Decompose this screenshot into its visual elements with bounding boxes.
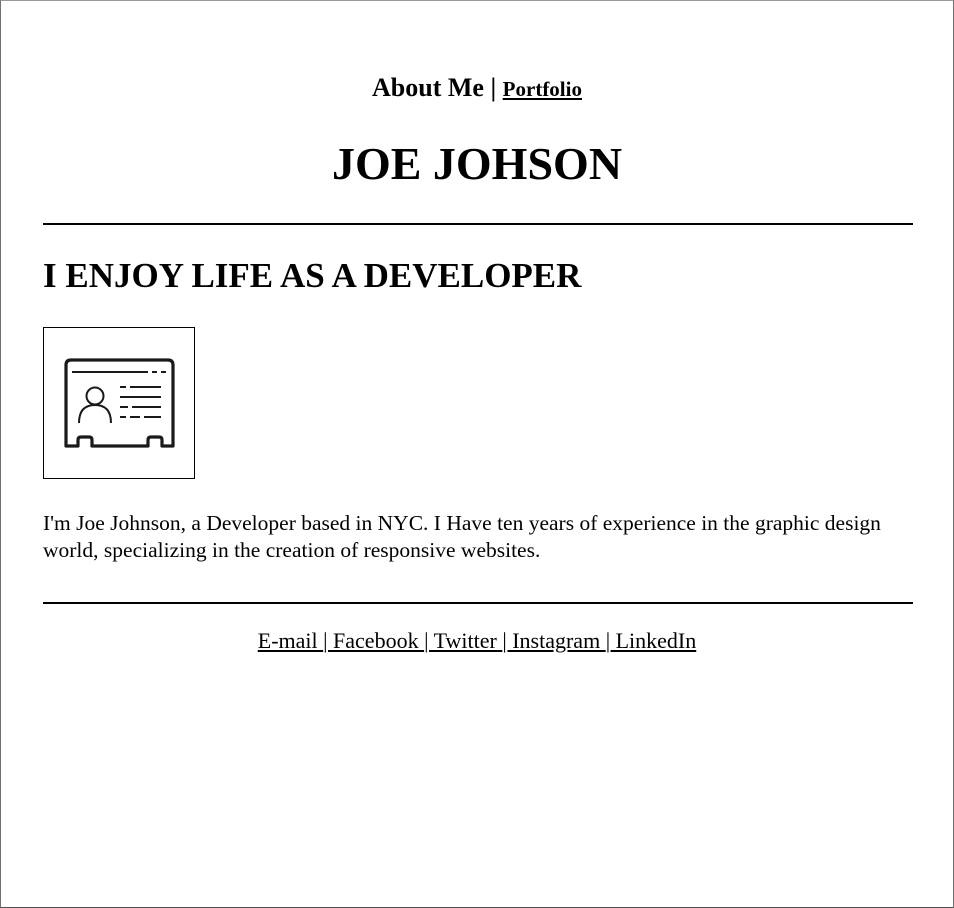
footer-link-facebook[interactable]: | Facebook bbox=[323, 628, 424, 653]
footer-links: E-mail | Facebook | Twitter | Instagram … bbox=[0, 627, 954, 655]
bio-paragraph: I'm Joe Johnson, a Developer based in NY… bbox=[43, 511, 881, 562]
nav-separator: | bbox=[490, 73, 497, 102]
footer-link-instagram[interactable]: | Instagram bbox=[502, 628, 605, 653]
page-title: JOE JOHSON bbox=[331, 138, 623, 189]
top-divider bbox=[43, 223, 913, 225]
id-card-icon bbox=[64, 358, 175, 448]
footer-link-linkedin[interactable]: | LinkedIn bbox=[606, 628, 697, 653]
footer-link-twitter[interactable]: | Twitter bbox=[424, 628, 502, 653]
nav-about-me: About Me bbox=[372, 73, 484, 102]
bottom-divider bbox=[43, 602, 913, 604]
profile-image bbox=[43, 327, 195, 479]
nav-portfolio-link[interactable]: Portfolio bbox=[503, 77, 582, 101]
section-headline: I ENJOY LIFE AS A DEVELOPER bbox=[43, 256, 582, 295]
top-nav: About Me | Portfolio bbox=[0, 70, 954, 107]
footer-link-email[interactable]: E-mail bbox=[258, 628, 323, 653]
